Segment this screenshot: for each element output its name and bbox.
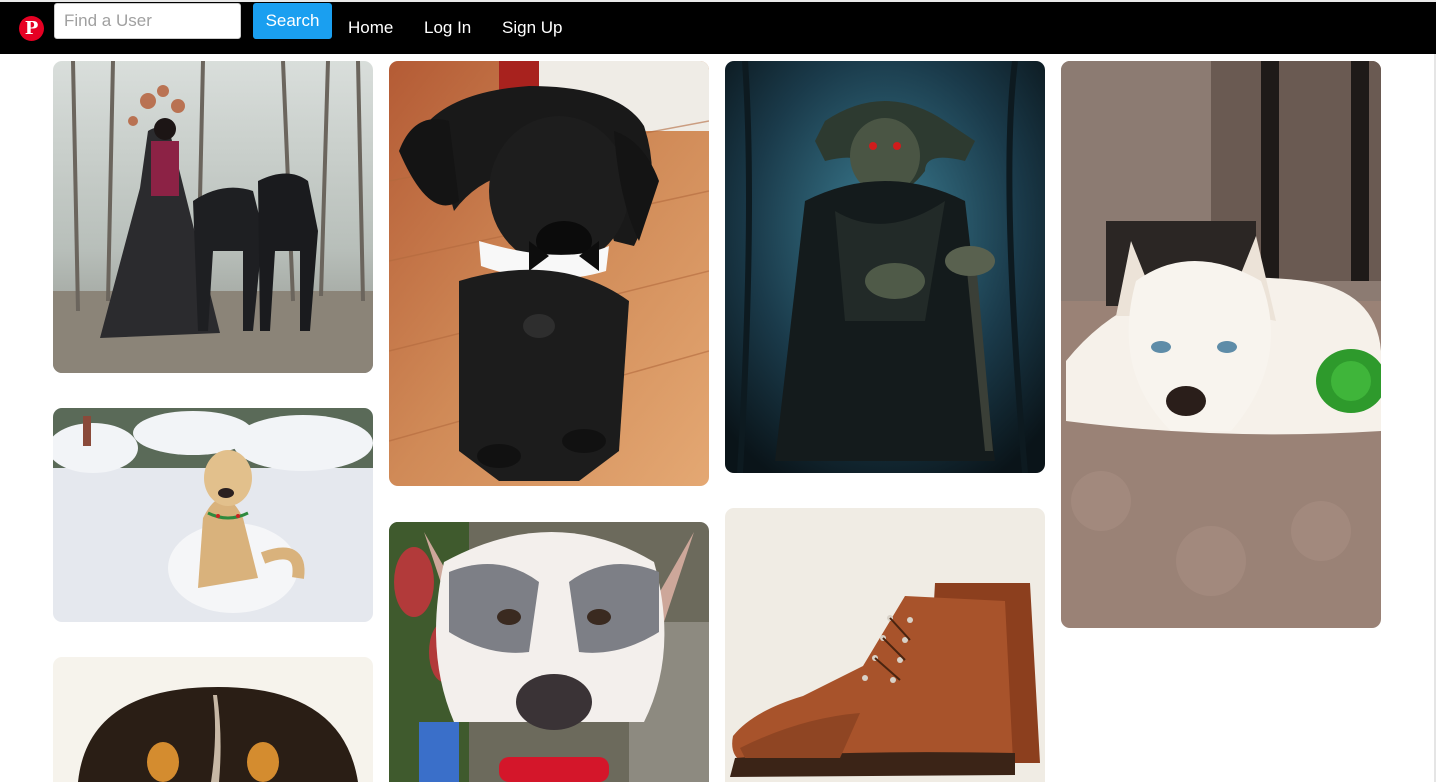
pin-card-black-puppy-with-bow-tie[interactable] (389, 61, 709, 486)
pin-card-pit-bull-with-toy[interactable] (389, 522, 709, 782)
pin-card-puppy-face[interactable] (53, 657, 373, 782)
nav-login-link[interactable]: Log In (424, 18, 471, 38)
pin-image (1061, 61, 1381, 628)
pin-image (725, 508, 1045, 782)
nav-signup-link[interactable]: Sign Up (502, 18, 562, 38)
pin-card-golden-retriever-in-snow[interactable] (53, 408, 373, 622)
pin-image (53, 408, 373, 622)
pin-card-woman-with-great-danes[interactable] (53, 61, 373, 373)
pin-card-dark-yoda-artwork[interactable] (725, 61, 1045, 473)
pin-card-white-husky-on-carpet[interactable] (1061, 61, 1381, 628)
pin-image (725, 61, 1045, 473)
pin-image (389, 522, 709, 782)
pin-image (53, 61, 373, 373)
navbar: P Search Home Log In Sign Up (0, 2, 1436, 54)
pin-card-brown-leather-boots[interactable] (725, 508, 1045, 782)
search-button[interactable]: Search (253, 3, 332, 39)
pinterest-logo-icon[interactable]: P (19, 16, 44, 41)
nav-home-link[interactable]: Home (348, 18, 393, 38)
find-user-input[interactable] (54, 3, 241, 39)
pin-image (389, 61, 709, 486)
pin-image (53, 657, 373, 782)
